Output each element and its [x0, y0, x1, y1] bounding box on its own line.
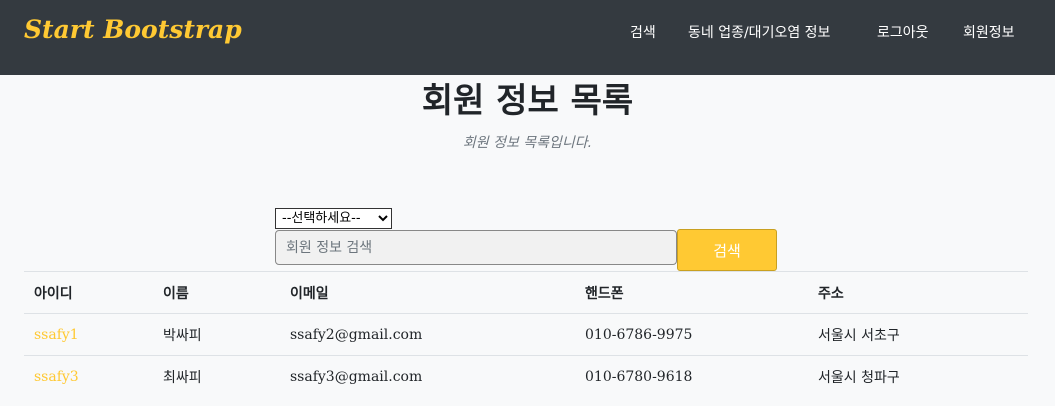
nav-link-logout[interactable]: 로그아웃: [877, 22, 929, 42]
column-header-address: 주소: [808, 271, 1028, 314]
member-email: ssafy2@gmail.com: [280, 313, 575, 356]
member-phone: 010-6786-9975: [575, 313, 808, 356]
search-button[interactable]: 검색: [677, 229, 777, 271]
table-header-row: 아이디 이름 이메일 핸드폰 주소: [24, 271, 1028, 314]
brand-logo[interactable]: Start Bootstrap: [24, 15, 242, 44]
column-header-email: 이메일: [280, 271, 575, 314]
page-subtitle: 회원 정보 목록입니다.: [462, 135, 593, 151]
column-header-phone: 핸드폰: [575, 271, 808, 314]
column-header-id: 아이디: [24, 271, 153, 314]
navbar: Start Bootstrap 검색 동네 업종/대기오염 정보 로그아웃 회원…: [0, 0, 1055, 75]
nav-link-neighborhood-info[interactable]: 동네 업종/대기오염 정보: [688, 22, 830, 42]
table-row: ssafy1 박싸피 ssafy2@gmail.com 010-6786-997…: [24, 313, 1028, 356]
nav-link-member-info[interactable]: 회원정보: [963, 22, 1015, 42]
member-phone: 010-6780-9618: [575, 355, 808, 398]
search-input[interactable]: [275, 230, 677, 265]
member-id-link[interactable]: ssafy3: [24, 355, 153, 398]
member-table: 아이디 이름 이메일 핸드폰 주소 ssafy1 박싸피 ssafy2@gmai…: [24, 271, 1028, 398]
table-row: ssafy3 최싸피 ssafy3@gmail.com 010-6780-961…: [24, 355, 1028, 398]
column-header-name: 이름: [153, 271, 280, 314]
member-address: 서울시 서초구: [808, 313, 1028, 356]
member-email: ssafy3@gmail.com: [280, 355, 575, 398]
member-name: 박싸피: [153, 313, 280, 356]
member-address: 서울시 청파구: [808, 355, 1028, 398]
nav-link-search[interactable]: 검색: [630, 22, 656, 42]
search-type-select[interactable]: --선택하세요--: [275, 208, 392, 229]
page-title: 회원 정보 목록: [421, 81, 634, 121]
member-name: 최싸피: [153, 355, 280, 398]
member-id-link[interactable]: ssafy1: [24, 313, 153, 356]
